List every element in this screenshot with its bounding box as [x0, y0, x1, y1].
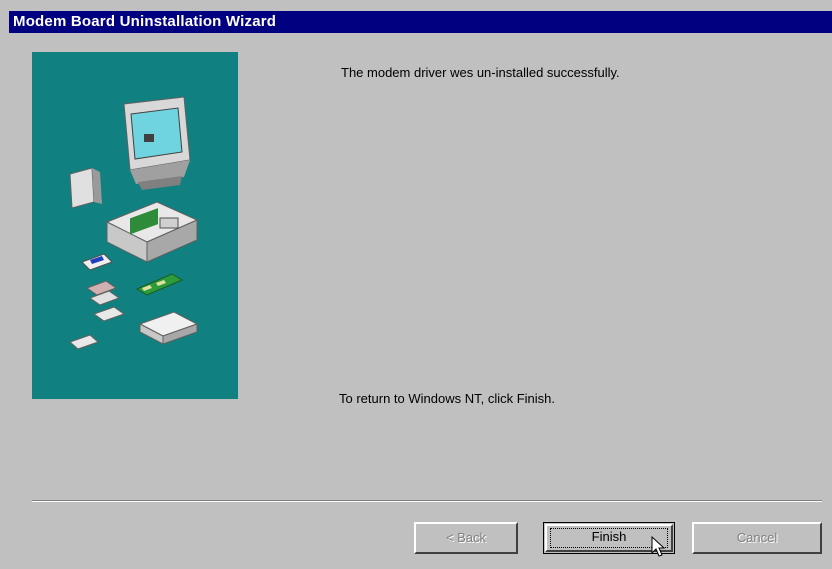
- cancel-button-label: Cancel: [736, 530, 778, 545]
- title-bar[interactable]: Modem Board Uninstallation Wizard: [9, 11, 832, 33]
- wizard-window: Modem Board Uninstallation Wizard The mo…: [0, 0, 832, 569]
- window-title: Modem Board Uninstallation Wizard: [13, 13, 277, 30]
- window-frame-top: [0, 0, 832, 11]
- back-button-label: < Back: [445, 530, 487, 545]
- return-instruction: To return to Windows NT, click Finish.: [339, 391, 556, 406]
- cancel-button[interactable]: Cancel: [692, 522, 822, 554]
- mouse-pointer-icon: [651, 536, 665, 557]
- button-divider: [32, 500, 822, 502]
- computer-hardware-illustration-icon: [69, 96, 199, 350]
- success-message: The modem driver wes un-installed succes…: [341, 65, 620, 80]
- finish-button-label: Finish: [591, 529, 627, 544]
- wizard-illustration: [32, 52, 238, 399]
- back-button[interactable]: < Back: [414, 522, 518, 554]
